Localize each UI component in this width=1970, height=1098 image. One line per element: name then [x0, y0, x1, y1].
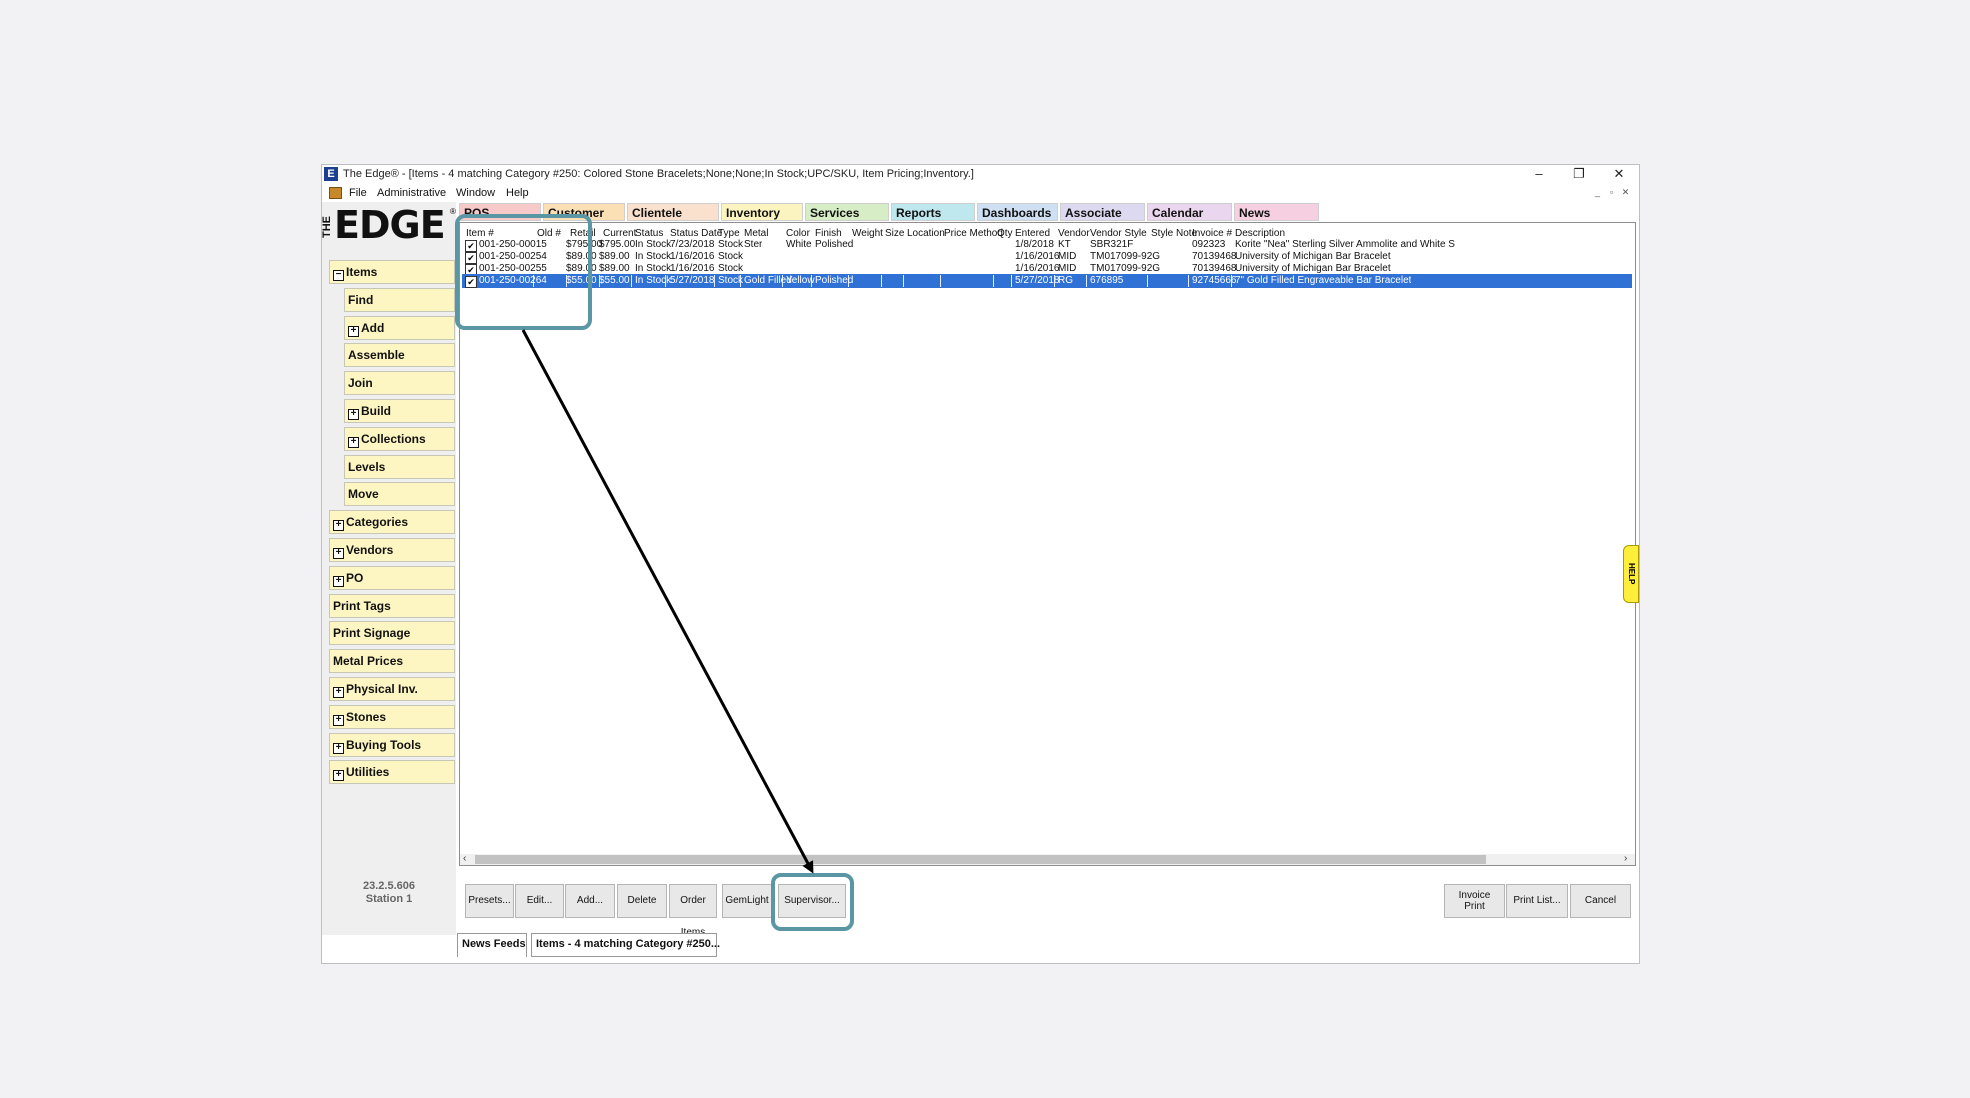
annotation-arrow: [521, 329, 814, 874]
arrow-line: [521, 329, 814, 874]
